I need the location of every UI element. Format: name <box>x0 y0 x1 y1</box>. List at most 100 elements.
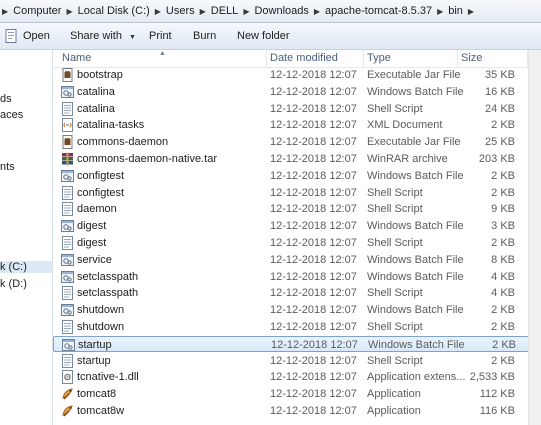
breadcrumb-separator[interactable]: ▶ <box>64 7 74 16</box>
winrar-archive-icon <box>62 152 73 166</box>
file-row[interactable]: digest 12-12-2018 12:07 Shell Script 2 KB <box>53 235 529 251</box>
file-row[interactable]: setclasspath 12-12-2018 12:07 Shell Script… <box>53 285 529 301</box>
file-row[interactable]: tomcat8w 12-12-2018 12:07 Application 116 K… <box>53 403 529 419</box>
file-name: catalina-tasks <box>77 119 145 132</box>
batch-file-icon <box>61 270 74 283</box>
file-name: startup <box>77 354 111 367</box>
file-size: 9 KB <box>491 203 515 216</box>
print-button[interactable]: Print <box>149 23 172 49</box>
file-date-modified: 12-12-2018 12:07 <box>270 102 357 115</box>
column-header-name[interactable]: Name <box>59 50 267 67</box>
file-row[interactable]: commons-daemon 12-12-2018 12:07 Executable… <box>53 134 529 150</box>
new-folder-button[interactable]: New folder <box>237 23 290 49</box>
file-type: Windows Batch File <box>367 304 464 317</box>
file-date-modified: 12-12-2018 12:07 <box>270 287 357 300</box>
nav-item-local-disk-c[interactable]: k (C:) <box>0 261 52 273</box>
navigation-pane[interactable]: ds aces nts k (C:) k (D:) <box>0 50 53 425</box>
file-row[interactable]: catalina 12-12-2018 12:07 Windows Batch Fi… <box>53 84 529 100</box>
column-header-size[interactable]: Size <box>458 50 528 67</box>
file-size: 2 KB <box>491 321 515 333</box>
nav-item-documents[interactable]: nts <box>0 161 15 173</box>
batch-file-icon <box>61 304 74 317</box>
file-row[interactable]: service 12-12-2018 12:07 Windows Batch Fil… <box>53 252 529 268</box>
file-type: Shell Script <box>367 321 423 333</box>
tomcat-app-icon <box>62 388 73 400</box>
address-bar[interactable]: ▶ Computer ▶ Local Disk (C:) ▶ Users ▶ D… <box>0 0 541 23</box>
open-file-icon <box>5 29 17 43</box>
file-size: 2 KB <box>491 186 515 199</box>
nav-item-downloads[interactable]: ds <box>0 93 12 105</box>
file-row[interactable]: tomcat8 12-12-2018 12:07 Application 112 KB <box>53 386 529 402</box>
file-size: 25 KB <box>485 136 515 149</box>
file-date-modified: 12-12-2018 12:07 <box>270 321 357 333</box>
file-size: 2 KB <box>491 237 515 249</box>
file-row[interactable]: commons-daemon-native.tar 12-12-2018 12:0… <box>53 151 529 167</box>
file-size: 2 KB <box>491 169 515 182</box>
script-file-icon <box>62 101 73 116</box>
column-header-type[interactable]: Type <box>364 50 458 67</box>
vertical-scrollbar[interactable] <box>528 50 541 425</box>
burn-button[interactable]: Burn <box>193 23 216 49</box>
file-size: 203 KB <box>478 153 515 165</box>
file-type: Shell Script <box>367 186 423 199</box>
batch-file-icon <box>62 338 75 351</box>
breadcrumb-downloads[interactable]: Downloads <box>251 5 311 17</box>
file-date-modified: 12-12-2018 12:07 <box>270 69 357 81</box>
share-with-button[interactable]: Share with ▼ <box>70 23 136 49</box>
file-type: Windows Batch File <box>367 270 464 283</box>
share-with-label: Share with <box>70 30 122 42</box>
breadcrumb-separator[interactable]: ▶ <box>198 7 208 16</box>
batch-file-icon <box>61 220 74 233</box>
file-row[interactable]: daemon 12-12-2018 12:07 Shell Script 9 KB <box>53 201 529 217</box>
breadcrumb-dell[interactable]: DELL <box>208 5 242 17</box>
script-file-icon <box>62 185 73 200</box>
breadcrumb: ▶ Computer ▶ Local Disk (C:) ▶ Users ▶ D… <box>0 3 476 19</box>
file-type: Windows Batch File <box>367 220 464 233</box>
breadcrumb-local-disk[interactable]: Local Disk (C:) <box>75 5 153 17</box>
breadcrumb-separator[interactable]: ▶ <box>466 7 476 16</box>
file-row[interactable]: catalina 12-12-2018 12:07 Shell Script 24 K… <box>53 101 529 117</box>
batch-file-icon <box>61 253 74 266</box>
file-name: catalina <box>77 102 115 115</box>
chevron-down-icon: ▼ <box>129 34 136 41</box>
file-row[interactable]: digest 12-12-2018 12:07 Windows Batch File… <box>53 218 529 234</box>
file-type: Executable Jar File <box>367 69 461 81</box>
breadcrumb-bin[interactable]: bin <box>445 5 466 17</box>
xml-file-icon <box>62 118 73 133</box>
file-name: configtest <box>77 169 125 182</box>
file-row[interactable]: startup 12-12-2018 12:07 Shell Script 2 KB <box>53 353 529 369</box>
file-row[interactable]: shutdown 12-12-2018 12:07 Shell Script 2 KB <box>53 319 529 335</box>
breadcrumb-separator[interactable]: ▶ <box>435 7 445 16</box>
file-row[interactable]: setclasspath 12-12-2018 12:07 Windows Batc… <box>53 269 529 285</box>
file-row[interactable]: bootstrap 12-12-2018 12:07 Executable Jar … <box>53 67 529 83</box>
file-name: bootstrap <box>77 69 123 81</box>
file-date-modified: 12-12-2018 12:07 <box>270 304 357 317</box>
nav-item-recent-places[interactable]: aces <box>0 109 23 121</box>
file-size: 24 KB <box>485 102 515 115</box>
file-type: Windows Batch File <box>367 169 464 182</box>
breadcrumb-separator[interactable]: ▶ <box>241 7 251 16</box>
file-row[interactable]: catalina-tasks 12-12-2018 12:07 XML Docume… <box>53 117 529 133</box>
breadcrumb-tomcat[interactable]: apache-tomcat-8.5.37 <box>322 5 435 17</box>
file-type: Windows Batch File <box>368 338 465 351</box>
file-date-modified: 12-12-2018 12:07 <box>270 169 357 182</box>
breadcrumb-users[interactable]: Users <box>163 5 198 17</box>
file-name: setclasspath <box>77 287 139 300</box>
open-button[interactable]: Open <box>0 23 50 49</box>
file-row[interactable]: startup 12-12-2018 12:07 Windows Batch Fil… <box>53 335 529 352</box>
file-type: Shell Script <box>367 287 423 300</box>
file-name: commons-daemon <box>77 136 169 149</box>
nav-item-local-disk-d[interactable]: k (D:) <box>0 278 27 290</box>
file-name: service <box>77 253 112 266</box>
open-label: Open <box>23 30 50 42</box>
file-row[interactable]: shutdown 12-12-2018 12:07 Windows Batch Fi… <box>53 302 529 318</box>
column-header-date-modified[interactable]: Date modified <box>267 50 364 67</box>
script-file-icon <box>62 236 73 250</box>
file-row[interactable]: tcnative-1.dll 12-12-2018 12:07 Applicatio… <box>53 369 529 385</box>
breadcrumb-separator[interactable]: ▶ <box>153 7 163 16</box>
file-row[interactable]: configtest 12-12-2018 12:07 Shell Script 2 … <box>53 185 529 201</box>
breadcrumb-separator[interactable]: ▶ <box>312 7 322 16</box>
file-row[interactable]: configtest 12-12-2018 12:07 Windows Batch … <box>53 168 529 184</box>
file-date-modified: 12-12-2018 12:07 <box>270 220 357 233</box>
breadcrumb-computer[interactable]: Computer <box>10 5 64 17</box>
